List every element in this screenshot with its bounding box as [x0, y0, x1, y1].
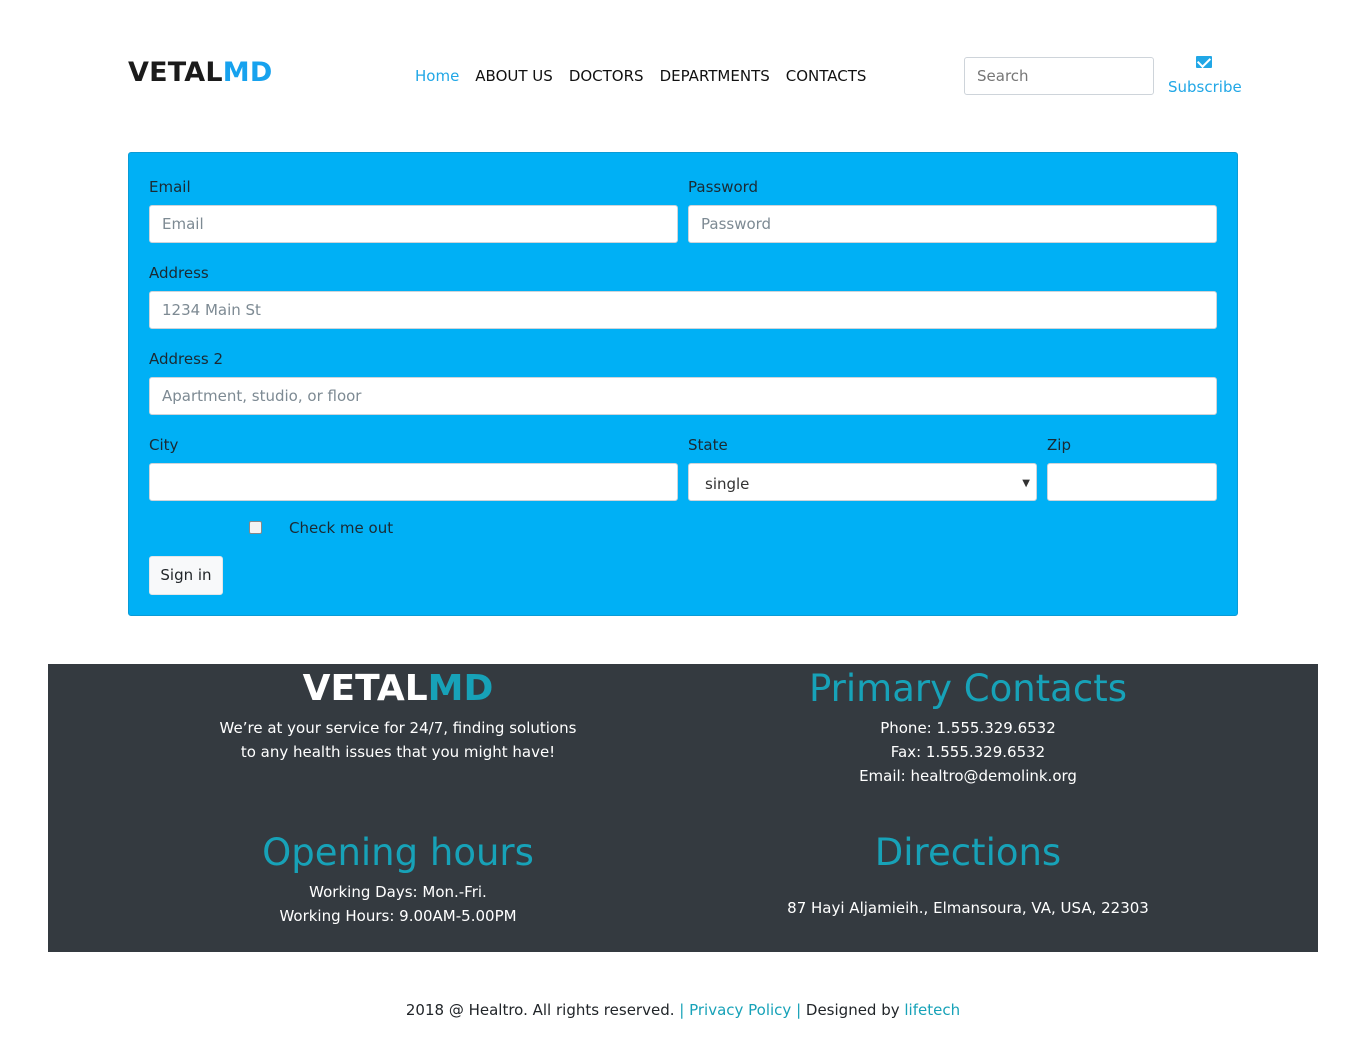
- footer: VETALMD We’re at your service for 24/7, …: [48, 664, 1318, 952]
- state-label: State: [688, 436, 728, 454]
- address-label: Address: [149, 264, 209, 282]
- contact-email[interactable]: Email: healtro@demolink.org: [618, 764, 1318, 788]
- subscribe-button[interactable]: Subscribe: [1168, 56, 1242, 97]
- footer-logo-accent: MD: [427, 668, 494, 709]
- city-field[interactable]: [149, 463, 678, 501]
- city-label: City: [149, 436, 179, 454]
- caret-down-icon: ▼: [1022, 478, 1030, 489]
- contact-phone: Phone: 1.555.329.6532: [880, 719, 1056, 737]
- logo-main: VETAL: [128, 57, 223, 88]
- subscribe-label: Subscribe: [1168, 78, 1242, 96]
- email-label: Email: [149, 178, 191, 196]
- privacy-policy-link[interactable]: Privacy Policy: [689, 1001, 791, 1019]
- separator: |: [674, 1001, 690, 1019]
- designer-link[interactable]: lifetech: [904, 1001, 960, 1019]
- zip-field[interactable]: [1047, 463, 1217, 501]
- nav-departments[interactable]: DEPARTMENTS: [660, 66, 770, 86]
- contacts-title: Primary Contacts: [809, 667, 1127, 710]
- address-field[interactable]: [149, 291, 1217, 329]
- separator: |: [791, 1001, 806, 1019]
- footer-contacts: Primary Contacts Phone: 1.555.329.6532 F…: [618, 666, 1318, 788]
- designed-by-text: Designed by: [805, 1001, 905, 1019]
- check-me-out-checkbox[interactable]: [249, 521, 262, 534]
- nav-contacts[interactable]: CONTACTS: [786, 66, 867, 86]
- registration-form: Email Password Address Address 2 City St…: [128, 152, 1238, 616]
- footer-directions: Directions 87 Hayi Aljamieih., Elmansour…: [618, 830, 1318, 920]
- copyright-bar: 2018 @ Healtro. All rights reserved. | P…: [0, 1001, 1366, 1019]
- logo-accent: MD: [222, 57, 273, 88]
- directions-title: Directions: [874, 831, 1062, 874]
- main-nav: Home ABOUT US DOCTORS DEPARTMENTS CONTAC…: [415, 66, 866, 86]
- zip-label: Zip: [1047, 436, 1071, 454]
- site-logo[interactable]: VETALMD: [128, 56, 272, 90]
- nav-doctors[interactable]: DOCTORS: [569, 66, 644, 86]
- envelope-icon: [1196, 56, 1212, 68]
- copyright-text: 2018 @ Healtro. All rights reserved.: [405, 1001, 675, 1019]
- search-input[interactable]: [964, 57, 1154, 95]
- password-field[interactable]: [688, 205, 1217, 243]
- directions-address: 87 Hayi Aljamieih., Elmansoura, VA, USA,…: [787, 899, 1149, 917]
- state-select[interactable]: single ▼: [688, 463, 1037, 501]
- state-select-value: single: [705, 475, 750, 493]
- contact-fax: Fax: 1.555.329.6532: [890, 743, 1046, 761]
- password-label: Password: [688, 178, 759, 196]
- checkbox-label: Check me out: [289, 519, 394, 537]
- address2-label: Address 2: [149, 350, 224, 368]
- sign-in-button[interactable]: Sign in: [149, 556, 223, 595]
- nav-home[interactable]: Home: [415, 66, 459, 86]
- nav-about-us[interactable]: ABOUT US: [475, 66, 553, 86]
- address2-field[interactable]: [149, 377, 1217, 415]
- email-field[interactable]: [149, 205, 678, 243]
- footer-logo-main: VETAL: [302, 668, 428, 709]
